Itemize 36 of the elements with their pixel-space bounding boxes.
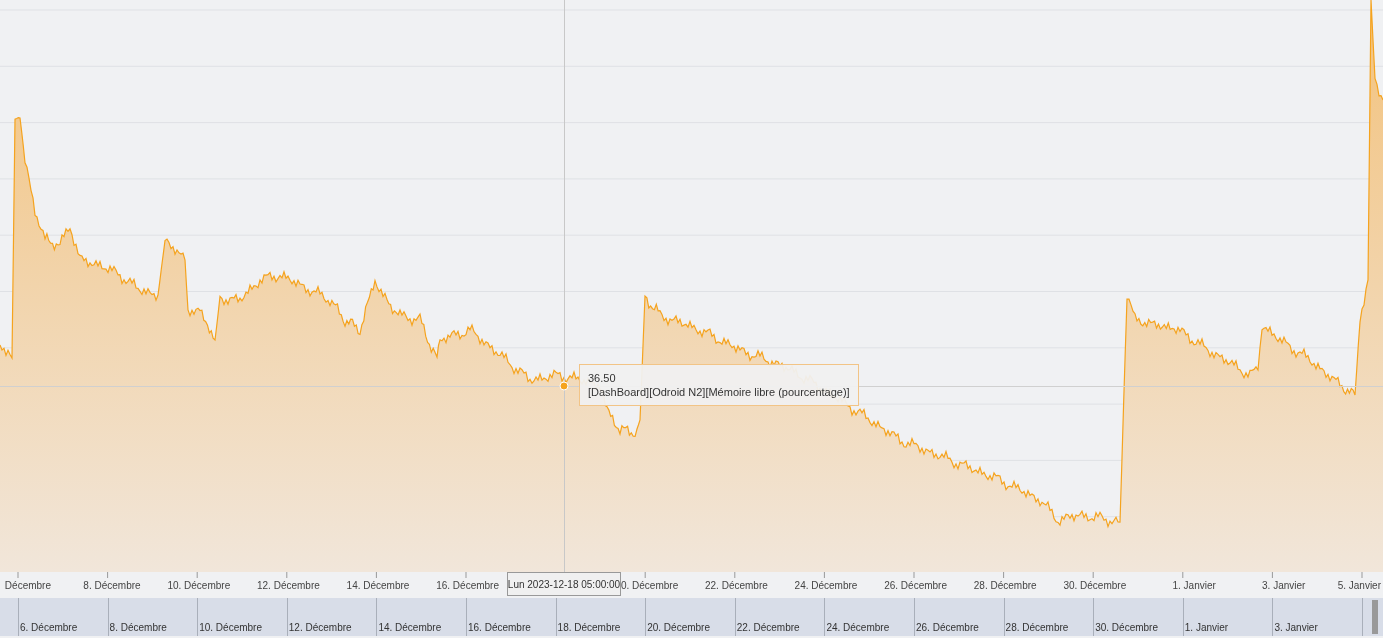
x-axis-label: 10. Décembre: [167, 580, 231, 591]
x-axis-label: 22. Décembre: [705, 580, 768, 591]
navigator-label: 6. Décembre: [20, 622, 78, 633]
x-axis-label: 16. Décembre: [436, 580, 499, 591]
data-point-marker: [559, 381, 569, 391]
navigator-label: 30. Décembre: [1095, 622, 1158, 633]
navigator-label: 10. Décembre: [199, 622, 262, 633]
x-axis-label: 28. Décembre: [973, 580, 1037, 591]
navigator-label: 8. Décembre: [109, 622, 167, 633]
x-axis-label: 24. Décembre: [794, 580, 858, 591]
x-axis-label: 26. Décembre: [884, 580, 947, 591]
navigator-label: 14. Décembre: [378, 622, 442, 633]
x-axis-label: 1. Janvier: [1172, 580, 1216, 591]
navigator-label: 16. Décembre: [468, 622, 531, 633]
x-axis-label: 12. Décembre: [257, 580, 320, 591]
x-axis-label: 0. Décembre: [620, 580, 679, 591]
x-axis-label: 8. Décembre: [83, 580, 141, 591]
navigator-label: 28. Décembre: [1005, 622, 1069, 633]
tooltip-value: 36.50: [588, 371, 617, 385]
navigator-label: 22. Décembre: [736, 622, 800, 633]
x-axis-label: 5. Janvier: [1337, 580, 1381, 591]
x-axis-label: Décembre: [4, 580, 51, 591]
scrollbar-thumb[interactable]: [1372, 600, 1378, 634]
navigator-label: 18. Décembre: [557, 622, 621, 633]
navigator-label: 12. Décembre: [288, 622, 352, 633]
x-axis-label: 3. Janvier: [1262, 580, 1306, 591]
x-axis-label: 30. Décembre: [1063, 580, 1127, 591]
tooltip-series: [DashBoard][Odroid N2][Mémoire libre (pourcentage)]: [588, 385, 850, 399]
navigator-label: 24. Décembre: [826, 622, 890, 633]
navigator-label: 3. Janvier: [1274, 622, 1318, 633]
x-axis-label: 14. Décembre: [346, 580, 410, 591]
navigator-label: 26. Décembre: [916, 622, 979, 633]
navigator-panel[interactable]: 6. Décembre 8. Décembre 10. Décembre 12. Décembre 14. Décembre 16. Décembre 18. Décembre 20. Décembre 22. Décembre 24. Décembre 26. Décembre 28. Décembre 30. Décembre 1. Janvier 3. Janvier: [0, 598, 1383, 636]
navigator-label: 20. Décembre: [647, 622, 710, 633]
navigator-label: 1. Janvier: [1184, 622, 1229, 633]
crosshair-date-label: Lun 2023-12-18 05:00:00: [507, 572, 621, 596]
